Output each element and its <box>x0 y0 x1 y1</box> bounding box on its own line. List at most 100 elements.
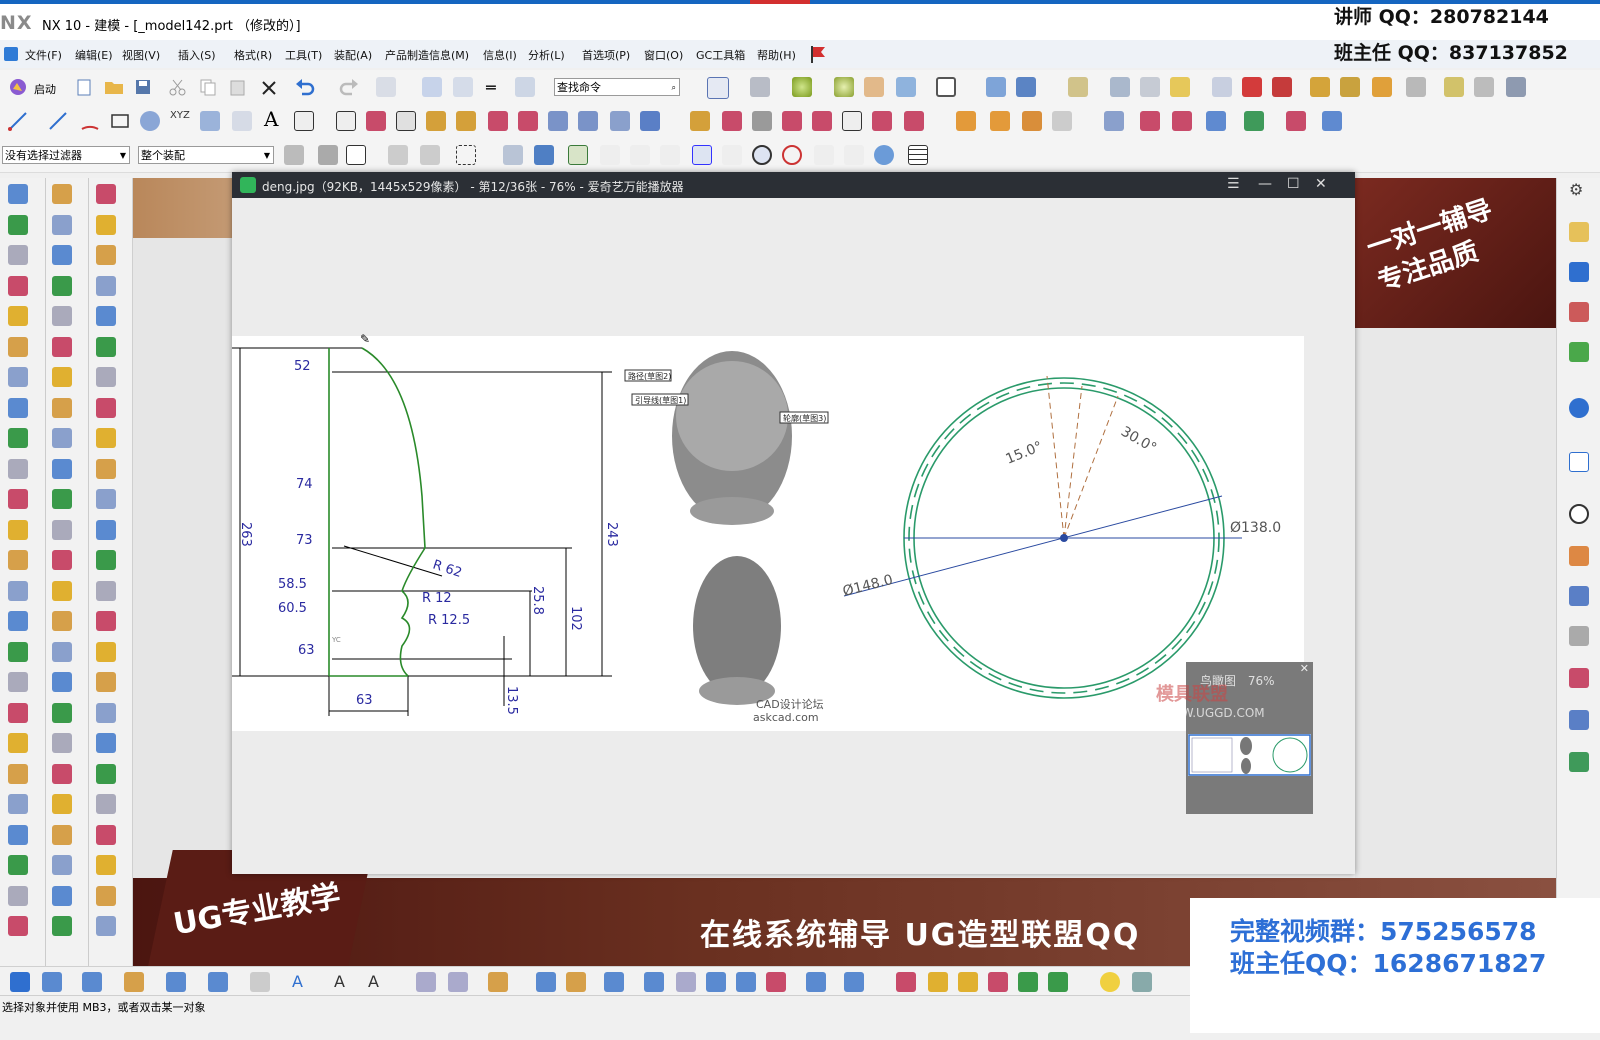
palette-tool-icon[interactable] <box>8 611 28 631</box>
palette-tool-icon[interactable] <box>96 397 116 418</box>
visual-report-icon[interactable] <box>1569 752 1589 772</box>
menu-help[interactable]: 帮助(H) <box>757 47 796 63</box>
point-on-curve-icon[interactable] <box>814 145 834 165</box>
menu-gc-toolbox[interactable]: GC工具箱 <box>696 47 745 63</box>
offset-curve-icon[interactable] <box>396 111 416 131</box>
divide-curve-icon[interactable] <box>752 111 772 131</box>
palette-tool-icon[interactable] <box>96 611 116 631</box>
palette-tool-icon[interactable] <box>96 336 116 357</box>
birdseye-close-icon[interactable]: ✕ <box>1300 662 1309 675</box>
xyz-icon[interactable]: XYZ <box>170 110 190 121</box>
body-select-icon[interactable] <box>534 145 554 165</box>
palette-tool-icon[interactable] <box>52 702 72 723</box>
target-point-icon[interactable] <box>676 972 696 992</box>
palette-tool-icon[interactable] <box>52 489 72 509</box>
palette-tool-icon[interactable] <box>96 763 116 784</box>
palette-tool-icon[interactable] <box>52 641 72 662</box>
swept-icon[interactable] <box>1206 111 1226 131</box>
flag-icon[interactable] <box>808 44 828 64</box>
delete-icon[interactable] <box>260 79 278 97</box>
box-icon[interactable] <box>1022 111 1042 131</box>
studio-surface-icon[interactable] <box>1244 111 1264 131</box>
close-icon[interactable]: ✕ <box>1315 176 1327 192</box>
mass-icon[interactable] <box>896 972 916 992</box>
reflection-icon[interactable] <box>1018 972 1038 992</box>
line-2-icon[interactable] <box>48 111 68 131</box>
open-folder-icon[interactable] <box>104 78 124 96</box>
bulb-icon[interactable] <box>1100 972 1120 992</box>
menu-file[interactable]: 文件(F) <box>25 47 62 63</box>
window-switch-icon[interactable] <box>453 77 473 97</box>
n-sided-icon[interactable] <box>1286 111 1306 131</box>
palette-tool-icon[interactable] <box>52 763 72 784</box>
measure-icon[interactable] <box>1310 77 1330 97</box>
surface-finish-icon[interactable] <box>604 972 624 992</box>
palette-tool-icon[interactable] <box>52 611 72 631</box>
machine-icon[interactable] <box>1132 972 1152 992</box>
quadrant-icon[interactable] <box>722 145 742 165</box>
history-icon[interactable] <box>1569 504 1589 524</box>
weld-symbol-icon[interactable] <box>644 972 664 992</box>
surface-analysis-icon[interactable] <box>1322 111 1342 131</box>
palette-tool-icon[interactable] <box>8 733 28 753</box>
palette-tool-icon[interactable] <box>52 367 72 387</box>
rule-icon[interactable] <box>1406 77 1426 97</box>
palette-tool-icon[interactable] <box>52 519 72 540</box>
system-scene-icon[interactable] <box>1569 710 1589 730</box>
mirror-icon[interactable] <box>1242 77 1262 97</box>
spline-icon[interactable] <box>232 111 252 131</box>
palette-tool-icon[interactable] <box>96 550 116 570</box>
palette-tool-icon[interactable] <box>8 824 28 845</box>
palette-tool-icon[interactable] <box>8 763 28 784</box>
palette-tool-icon[interactable] <box>96 824 116 845</box>
assembly-nav-icon[interactable] <box>1569 222 1589 242</box>
palette-tool-icon[interactable] <box>52 550 72 570</box>
midpoint-icon[interactable] <box>630 145 650 165</box>
palette-tool-icon[interactable] <box>52 245 72 265</box>
text-icon[interactable]: A <box>264 107 278 131</box>
palette-tool-icon[interactable] <box>96 367 116 387</box>
palette-tool-icon[interactable] <box>96 184 116 204</box>
show-hide-icon[interactable] <box>1170 77 1190 97</box>
split-icon[interactable] <box>1272 77 1292 97</box>
maximize-icon[interactable]: ☐ <box>1287 176 1300 192</box>
palette-tool-icon[interactable] <box>8 397 28 418</box>
menu-pmi[interactable]: 产品制造信息(M) <box>385 47 469 63</box>
palette-tool-icon[interactable] <box>96 245 116 265</box>
nx-menu-icon[interactable] <box>4 47 18 61</box>
paste-icon[interactable] <box>228 78 248 96</box>
reuse-library-icon[interactable] <box>1569 342 1589 362</box>
extrude-icon[interactable] <box>956 111 976 131</box>
menu-icon[interactable]: ☰ <box>1227 176 1240 192</box>
palette-tool-icon[interactable] <box>8 641 28 662</box>
sew-icon[interactable] <box>1104 111 1124 131</box>
mesh-surface-icon[interactable] <box>1172 111 1192 131</box>
shaded-sphere-icon[interactable] <box>792 77 812 97</box>
curve-analysis-icon[interactable] <box>904 111 924 131</box>
curve-move-icon[interactable] <box>640 111 660 131</box>
palette-tool-icon[interactable] <box>96 855 116 875</box>
birdseye-thumbnail[interactable] <box>1188 734 1311 776</box>
palette-tool-icon[interactable] <box>8 184 28 204</box>
general-selection-icon[interactable] <box>318 145 338 165</box>
palette-tool-icon[interactable] <box>52 458 72 479</box>
weld-icon[interactable] <box>1474 77 1494 97</box>
orient-view-icon[interactable] <box>896 77 916 97</box>
palette-tool-icon[interactable] <box>52 672 72 692</box>
clip-section-icon[interactable] <box>1016 77 1036 97</box>
copy-icon[interactable] <box>198 78 218 96</box>
menu-window[interactable]: 窗口(O) <box>644 47 683 63</box>
palette-tool-icon[interactable] <box>96 794 116 814</box>
palette-tool-icon[interactable] <box>96 275 116 296</box>
minimize-icon[interactable]: — <box>1258 176 1272 192</box>
palette-tool-icon[interactable] <box>8 489 28 509</box>
settings-gear-icon[interactable]: ⚙ <box>1569 180 1583 199</box>
arc-center-icon[interactable] <box>752 145 772 165</box>
palette-tool-icon[interactable] <box>52 275 72 296</box>
process-studio-icon[interactable] <box>1569 586 1589 606</box>
palette-tool-icon[interactable] <box>8 458 28 479</box>
undo-icon[interactable] <box>294 78 316 96</box>
curvature-icon[interactable] <box>1048 972 1068 992</box>
revolve-icon[interactable] <box>990 111 1010 131</box>
hatch-icon[interactable] <box>806 972 826 992</box>
